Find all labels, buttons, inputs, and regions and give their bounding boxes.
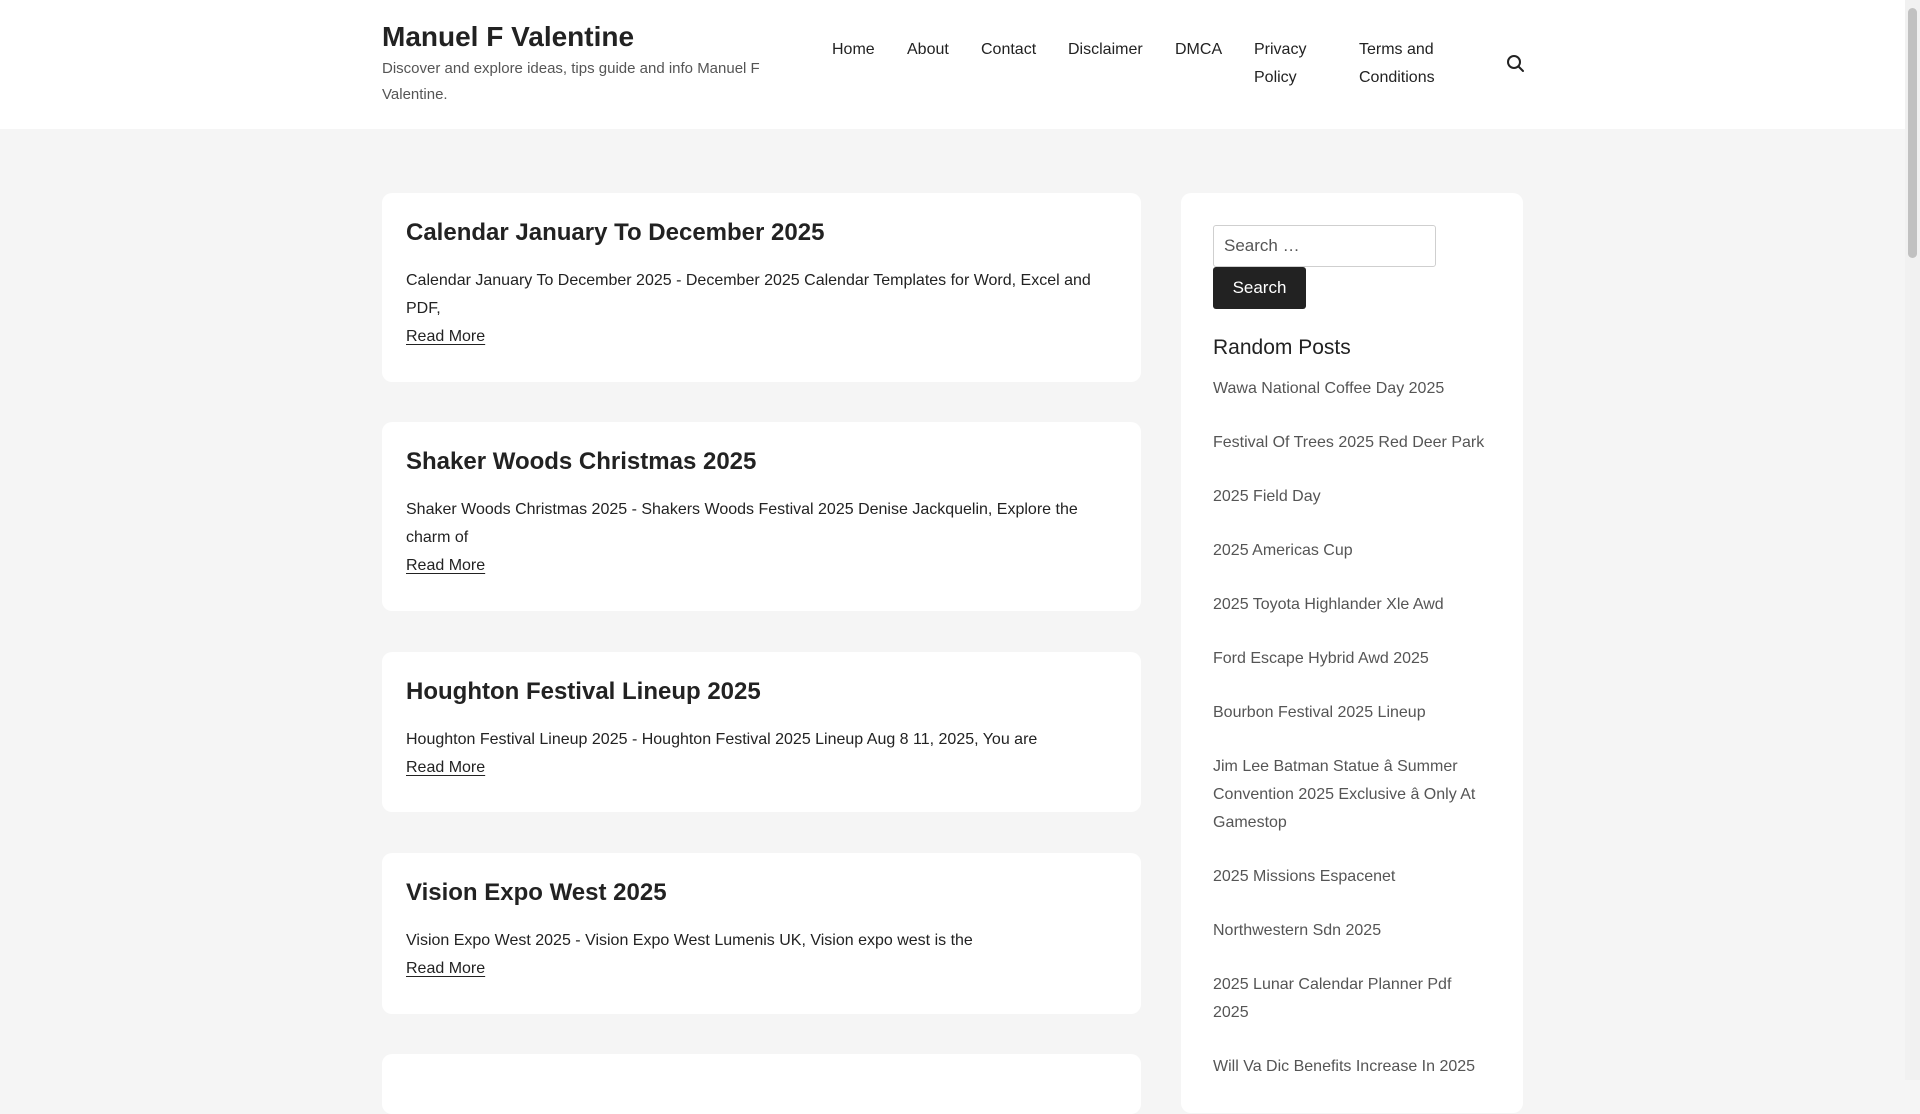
random-post-link[interactable]: 2025 Field Day [1213, 488, 1321, 505]
list-item: 2025 Lunar Calendar Planner Pdf 2025 [1213, 971, 1491, 1027]
post-card [382, 1054, 1141, 1114]
nav-item-terms-and-conditions[interactable]: Terms and Conditions [1359, 36, 1455, 92]
post-card: Calendar January To December 2025 Calend… [382, 193, 1141, 382]
scrollbar-thumb[interactable] [1908, 8, 1917, 258]
random-post-link[interactable]: Will Va Dic Benefits Increase In 2025 [1213, 1058, 1475, 1075]
post-excerpt: Calendar January To December 2025 - Dece… [406, 272, 1091, 317]
post-card: Shaker Woods Christmas 2025 Shaker Woods… [382, 422, 1141, 611]
post-excerpt: Vision Expo West 2025 - Vision Expo West… [406, 932, 973, 949]
random-post-link[interactable]: 2025 Missions Espacenet [1213, 868, 1395, 885]
main-nav: Home About Contact Disclaimer DMCA Priva… [0, 36, 1905, 96]
search-input[interactable] [1213, 225, 1436, 267]
random-post-link[interactable]: 2025 Toyota Highlander Xle Awd [1213, 596, 1444, 613]
random-post-link[interactable]: Wawa National Coffee Day 2025 [1213, 380, 1444, 397]
list-item: Festival Of Trees 2025 Red Deer Park [1213, 429, 1491, 457]
list-item: Northwestern Sdn 2025 [1213, 917, 1491, 945]
list-item: Jim Lee Batman Statue â Summer Conventio… [1213, 753, 1491, 837]
list-item: 2025 Missions Espacenet [1213, 863, 1491, 891]
list-item: Bourbon Festival 2025 Lineup [1213, 699, 1491, 727]
random-posts-title: Random Posts [1213, 336, 1351, 359]
random-post-link[interactable]: Bourbon Festival 2025 Lineup [1213, 704, 1426, 721]
read-more-link[interactable]: Read More [406, 323, 485, 351]
post-title[interactable]: Houghton Festival Lineup 2025 [406, 674, 1117, 710]
random-post-link[interactable]: Jim Lee Batman Statue â Summer Conventio… [1213, 758, 1475, 831]
random-post-link[interactable]: Northwestern Sdn 2025 [1213, 922, 1381, 939]
nav-item-privacy-policy[interactable]: Privacy Policy [1254, 36, 1332, 92]
search-form: Search [1213, 225, 1491, 309]
list-item: 2025 Toyota Highlander Xle Awd [1213, 591, 1491, 619]
nav-item-dmca[interactable]: DMCA [1175, 36, 1222, 64]
list-item: 2025 Field Day [1213, 483, 1491, 511]
post-title[interactable]: Shaker Woods Christmas 2025 [406, 444, 1117, 480]
sidebar: Search Random Posts Wawa National Coffee… [1181, 193, 1523, 1113]
random-post-link[interactable]: 2025 Americas Cup [1213, 542, 1353, 559]
nav-item-home[interactable]: Home [832, 36, 875, 64]
search-button[interactable]: Search [1213, 267, 1306, 309]
post-card: Vision Expo West 2025 Vision Expo West 2… [382, 853, 1141, 1014]
random-post-link[interactable]: Festival Of Trees 2025 Red Deer Park [1213, 434, 1484, 451]
post-card: Houghton Festival Lineup 2025 Houghton F… [382, 652, 1141, 812]
post-title[interactable]: Calendar January To December 2025 [406, 215, 1117, 251]
random-posts-list: Wawa National Coffee Day 2025 Festival O… [1213, 375, 1491, 1081]
list-item: Will Va Dic Benefits Increase In 2025 [1213, 1053, 1491, 1081]
post-excerpt: Houghton Festival Lineup 2025 - Houghton… [406, 731, 1038, 748]
page-scrollbar[interactable] [1905, 0, 1920, 1080]
list-item: Ford Escape Hybrid Awd 2025 [1213, 645, 1491, 673]
random-post-link[interactable]: 2025 Lunar Calendar Planner Pdf 2025 [1213, 976, 1451, 1021]
post-excerpt: Shaker Woods Christmas 2025 - Shakers Wo… [406, 501, 1078, 546]
nav-item-about[interactable]: About [907, 36, 949, 64]
read-more-link[interactable]: Read More [406, 955, 485, 983]
post-title[interactable]: Vision Expo West 2025 [406, 875, 1117, 911]
search-icon[interactable] [1504, 52, 1526, 74]
nav-item-contact[interactable]: Contact [981, 36, 1036, 64]
read-more-link[interactable]: Read More [406, 754, 485, 782]
list-item: 2025 Americas Cup [1213, 537, 1491, 565]
random-post-link[interactable]: Ford Escape Hybrid Awd 2025 [1213, 650, 1429, 667]
list-item: Wawa National Coffee Day 2025 [1213, 375, 1491, 403]
nav-item-disclaimer[interactable]: Disclaimer [1068, 36, 1143, 64]
read-more-link[interactable]: Read More [406, 552, 485, 580]
site-header: Manuel F Valentine Discover and explore … [0, 0, 1905, 129]
